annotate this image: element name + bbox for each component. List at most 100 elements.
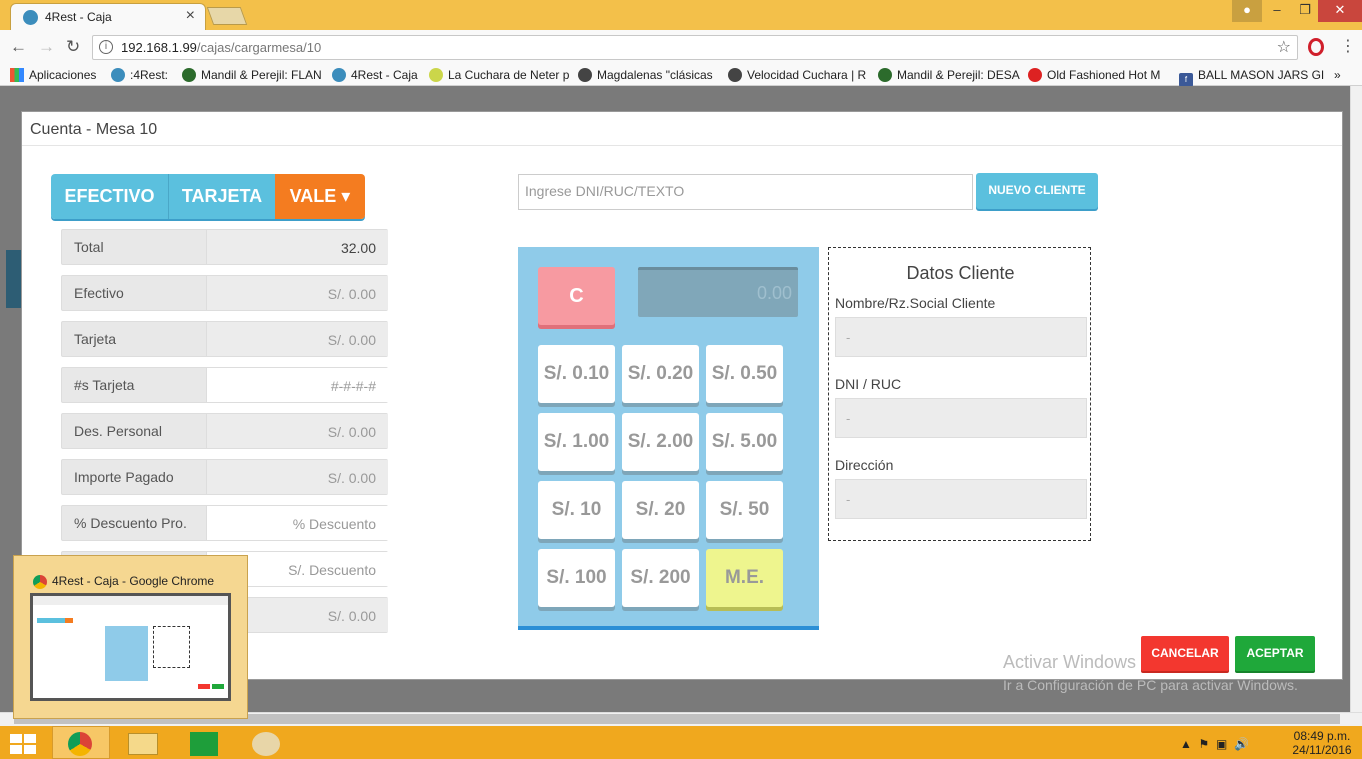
vc-icon: [578, 68, 592, 82]
tab-tarjeta[interactable]: TARJETA: [168, 174, 275, 219]
tab-efectivo[interactable]: EFECTIVO: [51, 174, 168, 219]
field-num-tarjeta: #s Tarjeta #-#-#-#: [61, 367, 388, 403]
client-name-label: Nombre/Rz.Social Cliente: [835, 295, 996, 311]
file-explorer-icon[interactable]: [128, 733, 158, 755]
opera-extension-icon[interactable]: [1308, 38, 1324, 56]
field-descuento-pro: % Descuento Pro. % Descuento: [61, 505, 388, 541]
bill-button-100[interactable]: S/. 100: [538, 549, 615, 607]
spoon-icon: [429, 68, 443, 82]
cancel-button[interactable]: CANCELAR: [1141, 636, 1229, 671]
tab-title: 4Rest - Caja: [45, 10, 112, 24]
modal-header: Cuenta - Mesa 10: [22, 112, 1342, 146]
paint-icon[interactable]: [252, 732, 280, 756]
taskbar-thumbnail-popup[interactable]: 4Rest - Caja - Google Chrome: [13, 555, 248, 719]
bookmark-label: La Cuchara de Neter p: [448, 68, 570, 82]
clear-button[interactable]: C: [538, 267, 615, 325]
app-favicon-icon: [332, 68, 346, 82]
bookmark-label: Velocidad Cuchara | R: [747, 68, 867, 82]
clock-date: 24/11/2016: [1292, 743, 1352, 757]
field-des-personal: Des. Personal S/. 0.00: [61, 413, 388, 449]
store-icon[interactable]: [190, 732, 218, 756]
percent-discount-input[interactable]: % Descuento: [206, 506, 388, 540]
system-tray-icons[interactable]: ▲ ⚑ ▣ 🔊: [1180, 737, 1249, 751]
new-client-button[interactable]: NUEVO CLIENTE: [976, 173, 1098, 209]
bookmark-ball-mason[interactable]: f BALL MASON JARS GI: [1179, 68, 1324, 87]
apps-grid-icon: [10, 68, 24, 82]
user-profile-icon[interactable]: ●: [1232, 0, 1262, 22]
url-text: 192.168.1.99/cajas/cargarmesa/10: [121, 40, 321, 55]
bookmark-4rest-caja[interactable]: 4Rest - Caja: [332, 68, 418, 82]
browser-menu-icon[interactable]: ⋮: [1340, 36, 1356, 56]
total-value: 32.00: [206, 230, 388, 264]
client-panel-title: Datos Cliente: [906, 263, 1015, 283]
tab-vale-dropdown[interactable]: VALE ▾: [275, 174, 365, 219]
browser-tab[interactable]: 4Rest 4Rest - Caja ×: [10, 3, 206, 30]
url-host: 192.168.1.99: [121, 40, 197, 55]
card-number-input[interactable]: #-#-#-#: [206, 368, 388, 402]
field-label: % Descuento Pro.: [74, 515, 187, 531]
coin-button-5-00[interactable]: S/. 5.00: [706, 413, 783, 471]
bookmark-label: Mandil & Perejil: DESA: [897, 68, 1020, 82]
forward-arrow-icon[interactable]: →: [38, 37, 55, 57]
modal-title: Cuenta - Mesa 10: [30, 121, 158, 138]
bookmark-velocidad-cuchara[interactable]: Velocidad Cuchara | R: [728, 68, 866, 82]
bookmark-apps[interactable]: Aplicaciones: [10, 68, 96, 82]
windows-start-icon[interactable]: [10, 734, 38, 754]
vertical-scrollbar[interactable]: [1350, 86, 1362, 712]
tarjeta-value: S/. 0.00: [206, 322, 388, 356]
coin-button-1-00[interactable]: S/. 1.00: [538, 413, 615, 471]
bookmark-label: :4Rest:: [130, 68, 169, 82]
field-label: Importe Pagado: [74, 469, 174, 485]
cash-calculator: C 0.00 S/. 0.10 S/. 0.20 S/. 0.50 S/. 1.…: [518, 247, 819, 630]
field-label: Tarjeta: [74, 331, 117, 347]
coin-button-0-10[interactable]: S/. 0.10: [538, 345, 615, 403]
minimize-button[interactable]: ‒: [1262, 0, 1292, 22]
field-tarjeta: Tarjeta S/. 0.00: [61, 321, 388, 357]
search-placeholder: Ingrese DNI/RUC/TEXTO: [525, 183, 685, 199]
client-address-field: -: [835, 479, 1087, 519]
vc-icon: [728, 68, 742, 82]
maximize-button[interactable]: ❐: [1290, 0, 1320, 22]
client-address-label: Dirección: [835, 457, 894, 473]
bill-button-50[interactable]: S/. 50: [706, 481, 783, 539]
new-tab-button[interactable]: [206, 7, 248, 25]
field-total: Total 32.00: [61, 229, 388, 265]
bookmark-old-fashioned[interactable]: Old Fashioned Hot M: [1028, 68, 1160, 82]
accept-button[interactable]: ACEPTAR: [1235, 636, 1315, 671]
coin-button-2-00[interactable]: S/. 2.00: [622, 413, 699, 471]
importe-pagado-value: S/. 0.00: [206, 460, 388, 494]
client-search-input[interactable]: Ingrese DNI/RUC/TEXTO: [518, 174, 973, 210]
bookmark-mandil-desa[interactable]: Mandil & Perejil: DESA: [878, 68, 1020, 82]
back-arrow-icon[interactable]: ←: [10, 37, 27, 57]
taskbar-chrome[interactable]: [52, 726, 110, 759]
bookmark-mandil-flan[interactable]: Mandil & Perejil: FLAN: [182, 68, 322, 82]
address-bar[interactable]: i 192.168.1.99/cajas/cargarmesa/10 ☆: [92, 35, 1298, 60]
taskbar-clock[interactable]: 08:49 p.m. 24/11/2016: [1290, 729, 1354, 757]
chrome-icon: [68, 732, 92, 756]
bookmark-label: Old Fashioned Hot M: [1047, 68, 1161, 82]
bill-button-10[interactable]: S/. 10: [538, 481, 615, 539]
bill-button-20[interactable]: S/. 20: [622, 481, 699, 539]
bookmark-4rest[interactable]: :4Rest:: [111, 68, 168, 82]
cherry-icon: [1028, 68, 1042, 82]
reload-icon[interactable]: ↻: [66, 37, 80, 57]
field-label: Efectivo: [74, 285, 124, 301]
field-importe-pagado: Importe Pagado S/. 0.00: [61, 459, 388, 495]
bookmark-star-icon[interactable]: ☆: [1277, 37, 1291, 57]
window-preview[interactable]: [30, 593, 231, 701]
coin-button-0-20[interactable]: S/. 0.20: [622, 345, 699, 403]
bookmark-cuchara-neter[interactable]: La Cuchara de Neter p: [429, 68, 569, 82]
client-name-field: -: [835, 317, 1087, 357]
info-icon[interactable]: i: [99, 40, 113, 54]
bookmark-magdalenas[interactable]: Magdalenas "clásicas: [578, 68, 713, 82]
foreign-currency-button[interactable]: M.E.: [706, 549, 783, 607]
bill-button-200[interactable]: S/. 200: [622, 549, 699, 607]
chrome-icon: [33, 575, 47, 589]
window-close-button[interactable]: ✕: [1318, 0, 1362, 22]
efectivo-value: S/. 0.00: [206, 276, 388, 310]
tab-close-icon[interactable]: ×: [186, 7, 195, 25]
more-bookmarks-icon[interactable]: »: [1334, 68, 1341, 82]
coin-button-0-50[interactable]: S/. 0.50: [706, 345, 783, 403]
app-favicon-icon: 4Rest: [23, 10, 38, 25]
bookmark-label: BALL MASON JARS GI: [1198, 68, 1325, 82]
